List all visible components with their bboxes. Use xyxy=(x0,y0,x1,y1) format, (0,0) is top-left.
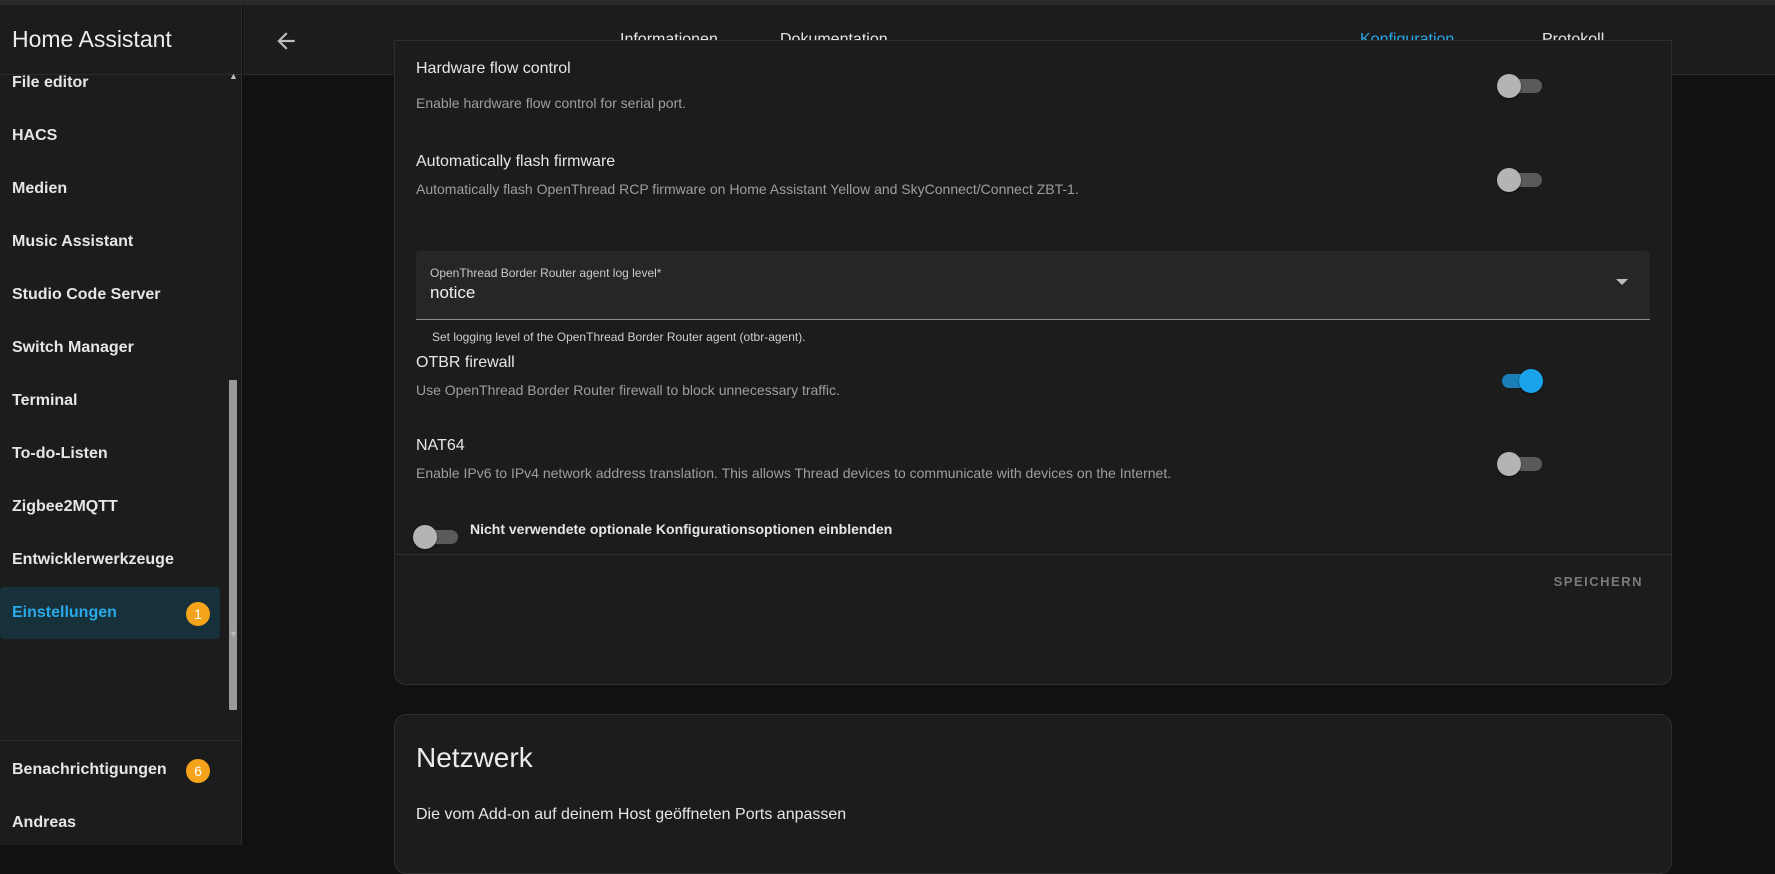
sidebar-item-terminal[interactable]: Terminal xyxy=(0,375,220,427)
chevron-down-icon xyxy=(1616,279,1628,285)
sidebar-header: Home Assistant xyxy=(0,5,241,75)
back-arrow-icon[interactable] xyxy=(273,28,299,54)
network-card: Netzwerk Die vom Add-on auf deinem Host … xyxy=(394,714,1672,874)
sidebar-item-studio-code-server[interactable]: Studio Code Server xyxy=(0,269,220,321)
settings-badge: 1 xyxy=(186,602,210,626)
log-level-select[interactable]: OpenThread Border Router agent log level… xyxy=(416,251,1650,320)
otbr-firewall-title: OTBR firewall xyxy=(416,354,515,371)
auto-flash-desc: Automatically flash OpenThread RCP firmw… xyxy=(416,181,1079,197)
sidebar-item-label: Andreas xyxy=(12,814,77,831)
sidebar: Home Assistant File editor HACS Medien M… xyxy=(0,5,242,845)
nat64-toggle[interactable] xyxy=(1497,449,1543,477)
sidebar-divider xyxy=(0,740,242,741)
show-unused-toggle[interactable] xyxy=(413,522,459,550)
log-level-label: OpenThread Border Router agent log level… xyxy=(430,266,662,280)
log-level-helper: Set logging level of the OpenThread Bord… xyxy=(432,330,806,344)
sidebar-item-label: Einstellungen xyxy=(12,604,117,621)
sidebar-list: File editor HACS Medien Music Assistant … xyxy=(0,75,242,735)
otbr-firewall-toggle[interactable] xyxy=(1497,366,1543,394)
nat64-title: NAT64 xyxy=(416,437,465,454)
network-title: Netzwerk xyxy=(416,742,533,773)
sidebar-item-label: Studio Code Server xyxy=(12,286,161,303)
sidebar-item-developer-tools[interactable]: Entwicklerwerkzeuge xyxy=(0,534,220,586)
sidebar-item-file-editor[interactable]: File editor xyxy=(0,75,220,109)
scroll-down-arrow-icon[interactable]: ▼ xyxy=(229,629,238,639)
auto-flash-toggle[interactable] xyxy=(1497,165,1543,193)
otbr-firewall-desc: Use OpenThread Border Router firewall to… xyxy=(416,382,840,398)
sidebar-scrollbar[interactable] xyxy=(229,380,237,710)
notifications-badge: 6 xyxy=(186,759,210,783)
sidebar-item-zigbee2mqtt[interactable]: Zigbee2MQTT xyxy=(0,481,220,533)
network-subtitle: Die vom Add-on auf deinem Host geöffnete… xyxy=(416,806,847,823)
scroll-up-arrow-icon[interactable]: ▲ xyxy=(229,71,238,81)
sidebar-item-label: Switch Manager xyxy=(12,339,134,356)
sidebar-item-label: Music Assistant xyxy=(12,233,134,250)
sidebar-item-label: Zigbee2MQTT xyxy=(12,498,118,515)
hardware-flow-title: Hardware flow control xyxy=(416,60,571,77)
sidebar-item-label: Medien xyxy=(12,180,68,197)
hardware-flow-toggle[interactable] xyxy=(1497,71,1543,99)
log-level-value: notice xyxy=(430,283,476,302)
app-title: Home Assistant xyxy=(12,26,172,52)
nat64-desc: Enable IPv6 to IPv4 network address tran… xyxy=(416,465,1172,481)
configuration-card: Hardware flow control Enable hardware fl… xyxy=(394,40,1672,685)
sidebar-item-label: Terminal xyxy=(12,392,78,409)
sidebar-item-label: File editor xyxy=(12,75,89,91)
auto-flash-title: Automatically flash firmware xyxy=(416,153,616,170)
sidebar-item-label: To-do-Listen xyxy=(12,445,108,462)
sidebar-item-medien[interactable]: Medien xyxy=(0,163,220,215)
sidebar-item-label: Entwicklerwerkzeuge xyxy=(12,551,174,568)
sidebar-item-settings[interactable]: Einstellungen 1 xyxy=(0,587,220,639)
card-divider xyxy=(395,554,1671,555)
sidebar-item-label: HACS xyxy=(12,127,58,144)
save-button[interactable]: SPEICHERN xyxy=(1554,574,1643,589)
show-unused-label: Nicht verwendete optionale Konfiguration… xyxy=(470,521,893,537)
sidebar-item-music-assistant[interactable]: Music Assistant xyxy=(0,216,220,268)
sidebar-item-user[interactable]: Andreas xyxy=(0,797,220,849)
sidebar-item-todo-lists[interactable]: To-do-Listen xyxy=(0,428,220,480)
sidebar-item-notifications[interactable]: Benachrichtigungen 6 xyxy=(0,744,220,796)
sidebar-item-hacs[interactable]: HACS xyxy=(0,110,220,162)
sidebar-item-label: Benachrichtigungen xyxy=(12,761,167,778)
hardware-flow-desc: Enable hardware flow control for serial … xyxy=(416,95,687,111)
sidebar-item-switch-manager[interactable]: Switch Manager xyxy=(0,322,220,374)
